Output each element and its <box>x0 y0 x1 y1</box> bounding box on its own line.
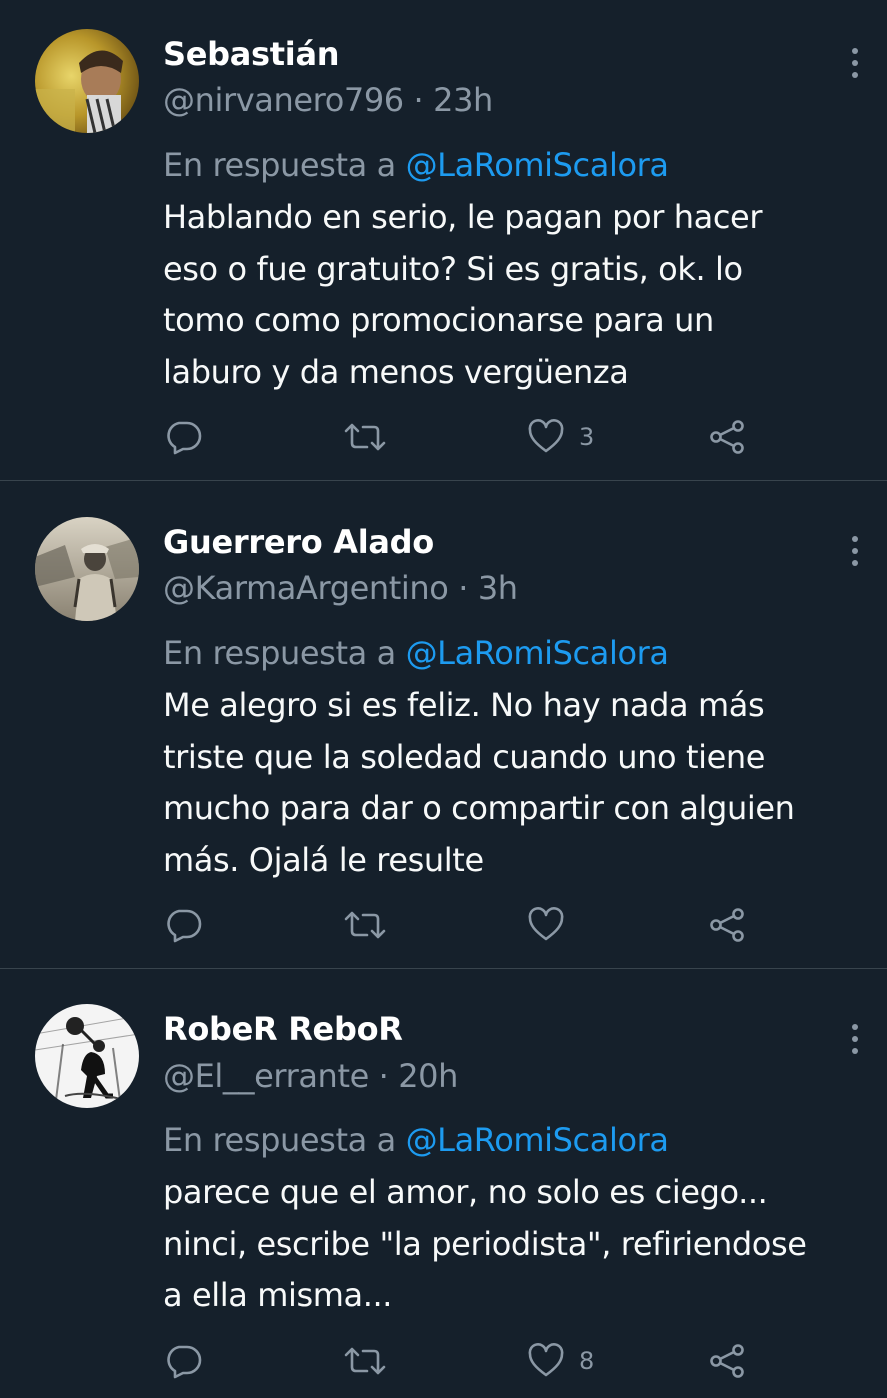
tweet-text-line: ninci, escribe "la periodista", refirien… <box>163 1224 807 1263</box>
tweet-text: parece que el amor, no solo es ciego... … <box>163 1167 863 1322</box>
retweet-button[interactable] <box>343 907 387 943</box>
tweet-text-line: mucho para dar o compartir con alguien <box>163 789 795 827</box>
reply-button[interactable] <box>164 907 202 943</box>
tweet[interactable]: Sebastián @nirvanero796 · 23h En respues… <box>0 0 887 480</box>
reply-prefix: En respuesta a <box>163 634 396 672</box>
tweet-text-line: Hablando en serio, le pagan por hacer <box>163 198 763 236</box>
reply-context: En respuesta a @LaRomiScalora <box>163 145 669 185</box>
reply-mention[interactable]: @LaRomiScalora <box>406 1121 669 1159</box>
reply-icon <box>167 1345 202 1379</box>
like-button[interactable]: 3 <box>527 419 594 455</box>
share-icon <box>710 1344 744 1378</box>
display-name[interactable]: Guerrero Alado <box>163 522 434 562</box>
separator: · <box>413 81 424 119</box>
avatar[interactable] <box>35 1004 139 1108</box>
more-icon[interactable] <box>845 46 865 80</box>
reply-context: En respuesta a @LaRomiScalora <box>163 633 669 673</box>
reply-mention[interactable]: @LaRomiScalora <box>406 634 669 672</box>
tweet[interactable]: RobeR ReboR @El__errante · 20h En respue… <box>0 969 887 1398</box>
share-button[interactable] <box>708 1343 748 1379</box>
share-button[interactable] <box>708 907 748 943</box>
reply-icon <box>167 909 202 943</box>
tweet-text-line: tomo como promocionarse para un <box>163 301 714 339</box>
share-icon <box>710 908 744 942</box>
tweet-text-line: a ella misma... <box>163 1276 393 1314</box>
like-button[interactable] <box>527 907 579 943</box>
handle-time: @KarmaArgentino · 3h <box>163 568 518 608</box>
reply-icon <box>167 421 202 455</box>
retweet-icon <box>344 911 386 939</box>
avatar[interactable] <box>35 517 139 621</box>
retweet-icon <box>344 1347 386 1375</box>
like-icon <box>528 1343 564 1377</box>
tweet-text: Me alegro si es feliz. No hay nada más t… <box>163 680 863 886</box>
like-count: 3 <box>579 423 595 451</box>
avatar[interactable] <box>35 29 139 133</box>
like-icon <box>528 907 564 941</box>
retweet-button[interactable] <box>343 419 387 455</box>
tweet-text-line: parece que el amor, no solo es ciego... <box>163 1173 768 1211</box>
separator: · <box>378 1057 389 1095</box>
reply-button[interactable] <box>164 419 202 455</box>
retweet-icon <box>344 423 386 451</box>
tweet-text-line: Me alegro si es feliz. No hay nada más <box>163 686 765 724</box>
timestamp[interactable]: 20h <box>398 1057 458 1095</box>
tweet[interactable]: Guerrero Alado @KarmaArgentino · 3h En r… <box>0 481 887 968</box>
separator: · <box>458 569 469 607</box>
tweet-text-line: laburo y da menos vergüenza <box>163 352 629 391</box>
tweet-text-line: eso o fue gratuito? Si es gratis, ok. lo <box>163 249 743 288</box>
reply-prefix: En respuesta a <box>163 1121 396 1159</box>
reply-button[interactable] <box>164 1343 202 1379</box>
handle-time: @El__errante · 20h <box>163 1056 458 1096</box>
handle[interactable]: @El__errante <box>163 1057 369 1095</box>
more-icon[interactable] <box>845 1022 865 1056</box>
retweet-button[interactable] <box>343 1343 387 1379</box>
display-name[interactable]: Sebastián <box>163 34 340 74</box>
handle[interactable]: @nirvanero796 <box>163 81 404 119</box>
tweet-text: Hablando en serio, le pagan por hacer es… <box>163 192 863 398</box>
more-icon[interactable] <box>845 534 865 568</box>
tweet-text-line: más. Ojalá le resulte <box>163 840 484 879</box>
handle[interactable]: @KarmaArgentino <box>163 569 449 607</box>
share-button[interactable] <box>708 419 748 455</box>
share-icon <box>710 420 744 454</box>
like-button[interactable]: 8 <box>527 1343 594 1379</box>
tweet-text-line: triste que la soledad cuando uno tiene <box>163 737 766 776</box>
reply-prefix: En respuesta a <box>163 146 396 184</box>
display-name[interactable]: RobeR ReboR <box>163 1009 403 1049</box>
reply-mention[interactable]: @LaRomiScalora <box>406 146 669 184</box>
like-icon <box>528 419 564 453</box>
reply-context: En respuesta a @LaRomiScalora <box>163 1120 669 1160</box>
timestamp[interactable]: 23h <box>433 81 493 119</box>
handle-time: @nirvanero796 · 23h <box>163 80 493 120</box>
like-count: 8 <box>579 1347 595 1375</box>
timestamp[interactable]: 3h <box>478 569 518 607</box>
